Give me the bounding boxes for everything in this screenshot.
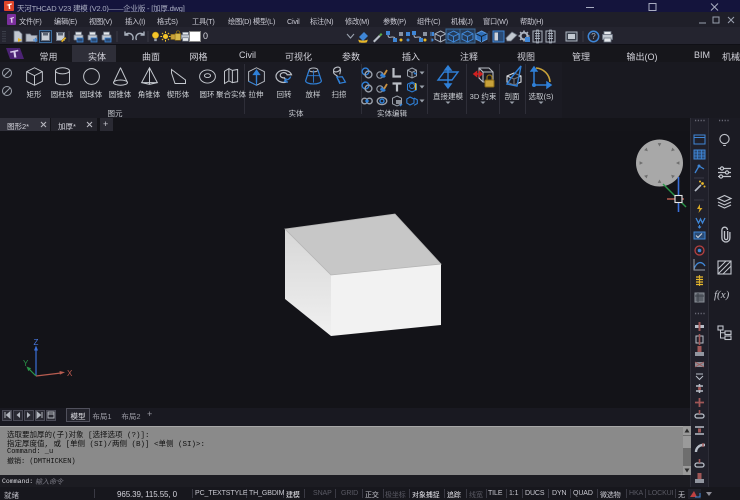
svg-text:Y: Y: [23, 359, 29, 368]
svg-text:?: ?: [591, 32, 596, 41]
svg-text:Z: Z: [34, 338, 39, 347]
svg-text:X: X: [67, 369, 73, 378]
